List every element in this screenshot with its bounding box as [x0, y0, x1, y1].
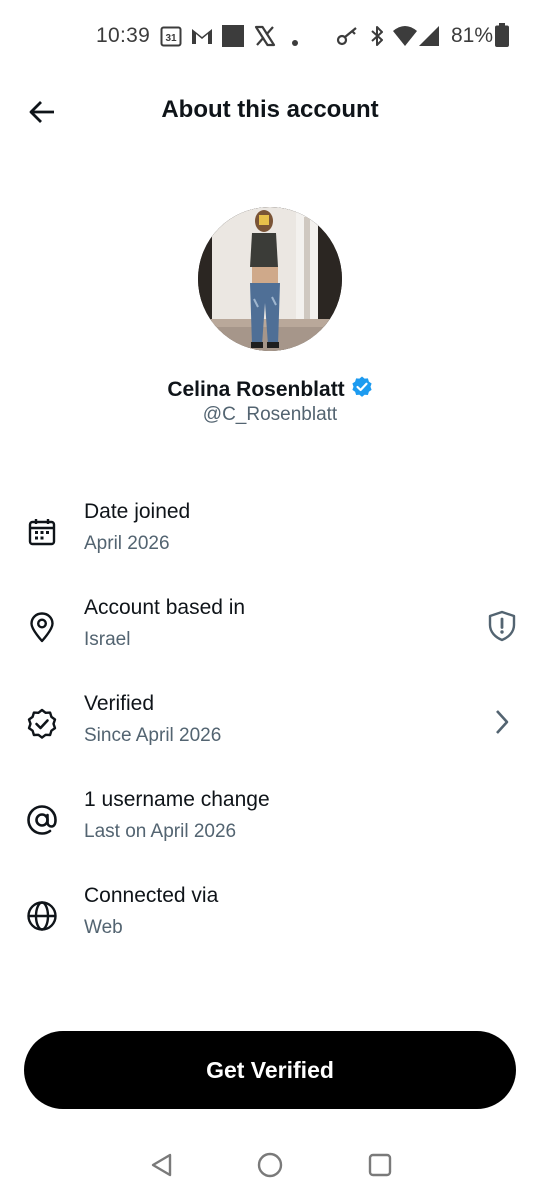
display-name-row: Celina Rosenblatt [0, 376, 540, 403]
cell-signal-icon [419, 25, 439, 52]
calendar-icon: 31 [160, 25, 182, 52]
get-verified-button[interactable]: Get Verified [24, 1031, 516, 1109]
svg-text:31: 31 [165, 33, 177, 44]
info-item-username-change: 1 username change Last on April 2026 [0, 788, 540, 868]
display-name: Celina Rosenblatt [167, 377, 345, 401]
info-title: Account based in [84, 596, 246, 619]
page-header: About this account [0, 84, 540, 140]
at-sign-icon [24, 802, 60, 838]
key-icon [336, 25, 360, 52]
bluetooth-icon [369, 25, 385, 52]
username-handle: @C_Rosenblatt [202, 404, 338, 425]
info-item-account-based-in: Account based in Israel [0, 596, 540, 676]
recents-square-icon[interactable] [365, 1150, 395, 1180]
info-title: Verified [84, 692, 155, 715]
info-item-date-joined: Date joined April 2026 [0, 500, 540, 580]
system-nav-bar [0, 1140, 540, 1190]
battery-icon [495, 23, 509, 52]
avatar[interactable] [198, 207, 342, 351]
battery-percent: 81% [451, 24, 494, 47]
status-bar: 10:39 31 81% [0, 0, 540, 72]
chevron-right-icon[interactable] [486, 706, 518, 738]
verified-badge-icon [24, 706, 60, 742]
shield-alert-icon[interactable] [486, 610, 518, 642]
gmail-icon [190, 25, 214, 52]
dot-icon [292, 33, 298, 51]
info-subtitle: Israel [84, 629, 131, 650]
location-pin-icon [24, 610, 60, 646]
info-subtitle: Since April 2026 [84, 725, 222, 746]
info-title: Connected via [84, 884, 219, 907]
status-time: 10:39 [96, 24, 151, 47]
verified-badge-icon[interactable] [351, 376, 373, 403]
info-item-verified[interactable]: Verified Since April 2026 [0, 692, 540, 772]
square-app-icon [222, 25, 244, 52]
info-title: 1 username change [84, 788, 270, 811]
info-subtitle: Last on April 2026 [84, 821, 237, 842]
info-subtitle: Web [84, 917, 123, 938]
back-triangle-icon[interactable] [147, 1150, 177, 1180]
globe-icon [24, 898, 60, 934]
info-title: Date joined [84, 500, 191, 523]
home-circle-icon[interactable] [255, 1150, 285, 1180]
info-item-connected-via: Connected via Web [0, 884, 540, 964]
calendar-icon [24, 514, 60, 550]
x-app-icon [254, 25, 276, 52]
info-subtitle: April 2026 [84, 533, 170, 554]
wifi-icon [393, 25, 417, 52]
page-title: About this account [161, 96, 379, 123]
